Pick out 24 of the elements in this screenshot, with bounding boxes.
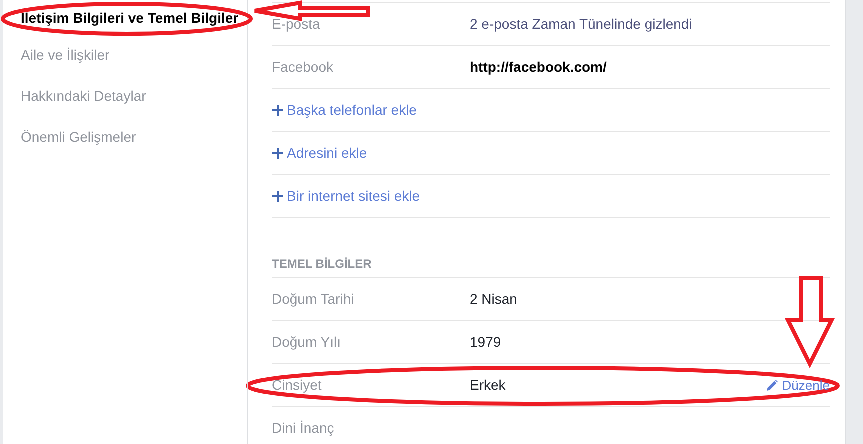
sidebar-item[interactable]: Aile ve İlişkiler bbox=[21, 47, 110, 63]
add-link[interactable]: Bir internet sitesi ekle bbox=[272, 188, 420, 204]
field-value: 1979 bbox=[470, 334, 502, 350]
pencil-icon bbox=[767, 380, 778, 390]
plus-icon bbox=[272, 104, 283, 116]
field-value: 2 e-posta Zaman Tünelinde gizlendi bbox=[470, 16, 692, 32]
url-value[interactable]: http://facebook.com/ bbox=[470, 59, 607, 75]
plus-icon bbox=[272, 190, 283, 202]
field-label: Dini İnanç bbox=[272, 420, 336, 436]
field-label: Doğum Yılı bbox=[272, 334, 342, 350]
field-label: E-posta bbox=[272, 16, 322, 32]
plus-icon bbox=[272, 148, 283, 158]
sidebar-item[interactable]: Hakkındaki Detaylar bbox=[21, 88, 146, 104]
field-label: Cinsiyet bbox=[272, 377, 323, 393]
add-link[interactable]: Başka telefonlar ekle bbox=[272, 102, 417, 118]
sidebar-item[interactable]: Önemli Gelişmeler bbox=[21, 129, 136, 145]
sidebar-item[interactable]: İletişim Bilgileri ve Temel Bilgiler bbox=[21, 10, 239, 26]
field-value: Erkek bbox=[470, 377, 506, 393]
field-label: Facebook bbox=[272, 59, 334, 75]
field-label: Doğum Tarihi bbox=[272, 291, 356, 307]
edit-link[interactable]: Düzenle bbox=[767, 378, 830, 392]
field-value: 2 Nisan bbox=[470, 291, 518, 307]
section-heading: TEMEL BİLGİLER bbox=[272, 257, 372, 271]
add-link[interactable]: Adresini ekle bbox=[272, 145, 368, 161]
